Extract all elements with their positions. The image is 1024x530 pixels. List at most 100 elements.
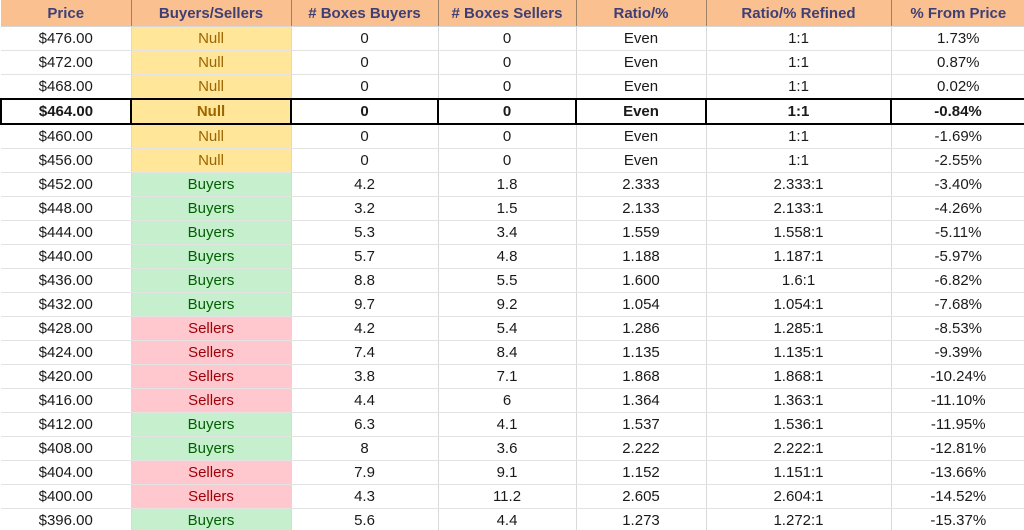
- cell-ratio[interactable]: 1.286: [576, 316, 707, 341]
- cell-boxes-buyers[interactable]: 4.4: [291, 388, 439, 413]
- cell-boxes-sellers[interactable]: 9.2: [438, 292, 577, 317]
- table-row[interactable]: $464.00 Null 0 0 Even 1:1 -0.84%: [0, 98, 1024, 125]
- cell-from-price[interactable]: -10.24%: [891, 364, 1024, 389]
- cell-boxes-buyers[interactable]: 3.8: [291, 364, 439, 389]
- cell-ratio-refined[interactable]: 2.333:1: [706, 172, 892, 197]
- cell-ratio[interactable]: Even: [576, 26, 707, 51]
- cell-buyers-sellers[interactable]: Null: [131, 74, 292, 99]
- table-row[interactable]: $472.00 Null 0 0 Even 1:1 0.87%: [1, 50, 1024, 75]
- cell-boxes-sellers[interactable]: 6: [438, 388, 577, 413]
- cell-boxes-buyers[interactable]: 7.9: [291, 460, 439, 485]
- cell-ratio[interactable]: 1.054: [576, 292, 707, 317]
- cell-price[interactable]: $452.00: [1, 172, 132, 197]
- cell-boxes-buyers[interactable]: 8.8: [291, 268, 439, 293]
- cell-buyers-sellers[interactable]: Sellers: [131, 484, 292, 509]
- cell-buyers-sellers[interactable]: Sellers: [131, 340, 292, 365]
- cell-boxes-buyers[interactable]: 0: [291, 98, 439, 125]
- cell-boxes-buyers[interactable]: 7.4: [291, 340, 439, 365]
- table-row[interactable]: $476.00 Null 0 0 Even 1:1 1.73%: [1, 26, 1024, 51]
- cell-price[interactable]: $464.00: [0, 98, 132, 125]
- cell-price[interactable]: $444.00: [1, 220, 132, 245]
- table-row[interactable]: $456.00 Null 0 0 Even 1:1 -2.55%: [1, 148, 1024, 173]
- cell-ratio-refined[interactable]: 1.363:1: [706, 388, 892, 413]
- cell-ratio[interactable]: 1.364: [576, 388, 707, 413]
- cell-boxes-sellers[interactable]: 1.5: [438, 196, 577, 221]
- cell-ratio-refined[interactable]: 1:1: [706, 98, 892, 125]
- table-row[interactable]: $468.00 Null 0 0 Even 1:1 0.02%: [1, 74, 1024, 99]
- table-row[interactable]: $460.00 Null 0 0 Even 1:1 -1.69%: [1, 124, 1024, 149]
- table-row[interactable]: $416.00 Sellers 4.4 6 1.364 1.363:1 -11.10%: [1, 388, 1024, 413]
- cell-from-price[interactable]: -1.69%: [891, 124, 1024, 149]
- cell-buyers-sellers[interactable]: Null: [131, 50, 292, 75]
- cell-price[interactable]: $448.00: [1, 196, 132, 221]
- cell-ratio[interactable]: 1.868: [576, 364, 707, 389]
- cell-ratio-refined[interactable]: 1:1: [706, 124, 892, 149]
- cell-buyers-sellers[interactable]: Sellers: [131, 316, 292, 341]
- cell-buyers-sellers[interactable]: Null: [131, 98, 292, 125]
- cell-boxes-sellers[interactable]: 8.4: [438, 340, 577, 365]
- cell-boxes-sellers[interactable]: 5.4: [438, 316, 577, 341]
- cell-boxes-sellers[interactable]: 4.8: [438, 244, 577, 269]
- table-row[interactable]: $436.00 Buyers 8.8 5.5 1.600 1.6:1 -6.82%: [1, 268, 1024, 293]
- column-header-boxes-sellers[interactable]: # Boxes Sellers: [438, 0, 577, 27]
- cell-ratio-refined[interactable]: 2.604:1: [706, 484, 892, 509]
- column-header-price[interactable]: Price: [1, 0, 132, 27]
- cell-ratio[interactable]: 2.333: [576, 172, 707, 197]
- cell-boxes-buyers[interactable]: 3.2: [291, 196, 439, 221]
- cell-price[interactable]: $460.00: [1, 124, 132, 149]
- table-row[interactable]: $420.00 Sellers 3.8 7.1 1.868 1.868:1 -10.24%: [1, 364, 1024, 389]
- cell-boxes-sellers[interactable]: 0: [438, 74, 577, 99]
- cell-boxes-sellers[interactable]: 5.5: [438, 268, 577, 293]
- cell-boxes-sellers[interactable]: 0: [438, 98, 577, 125]
- cell-ratio[interactable]: 1.537: [576, 412, 707, 437]
- cell-price[interactable]: $408.00: [1, 436, 132, 461]
- cell-ratio-refined[interactable]: 1.272:1: [706, 508, 892, 530]
- cell-boxes-buyers[interactable]: 8: [291, 436, 439, 461]
- cell-boxes-buyers[interactable]: 9.7: [291, 292, 439, 317]
- cell-ratio[interactable]: 1.273: [576, 508, 707, 530]
- cell-ratio[interactable]: Even: [576, 124, 707, 149]
- cell-ratio-refined[interactable]: 1.6:1: [706, 268, 892, 293]
- cell-boxes-buyers[interactable]: 4.2: [291, 316, 439, 341]
- cell-price[interactable]: $456.00: [1, 148, 132, 173]
- cell-buyers-sellers[interactable]: Buyers: [131, 268, 292, 293]
- cell-buyers-sellers[interactable]: Sellers: [131, 364, 292, 389]
- cell-from-price[interactable]: -14.52%: [891, 484, 1024, 509]
- cell-ratio-refined[interactable]: 1:1: [706, 50, 892, 75]
- cell-boxes-buyers[interactable]: 0: [291, 124, 439, 149]
- table-row[interactable]: $452.00 Buyers 4.2 1.8 2.333 2.333:1 -3.40%: [1, 172, 1024, 197]
- cell-from-price[interactable]: -8.53%: [891, 316, 1024, 341]
- cell-boxes-buyers[interactable]: 4.3: [291, 484, 439, 509]
- cell-price[interactable]: $420.00: [1, 364, 132, 389]
- cell-boxes-sellers[interactable]: 9.1: [438, 460, 577, 485]
- cell-ratio-refined[interactable]: 2.222:1: [706, 436, 892, 461]
- cell-ratio[interactable]: Even: [576, 148, 707, 173]
- cell-ratio[interactable]: 2.222: [576, 436, 707, 461]
- cell-boxes-buyers[interactable]: 5.3: [291, 220, 439, 245]
- cell-boxes-sellers[interactable]: 7.1: [438, 364, 577, 389]
- table-row[interactable]: $432.00 Buyers 9.7 9.2 1.054 1.054:1 -7.68%: [1, 292, 1024, 317]
- cell-buyers-sellers[interactable]: Buyers: [131, 172, 292, 197]
- cell-price[interactable]: $472.00: [1, 50, 132, 75]
- cell-ratio-refined[interactable]: 1.558:1: [706, 220, 892, 245]
- cell-price[interactable]: $440.00: [1, 244, 132, 269]
- cell-ratio[interactable]: Even: [576, 50, 707, 75]
- cell-price[interactable]: $468.00: [1, 74, 132, 99]
- cell-boxes-buyers[interactable]: 4.2: [291, 172, 439, 197]
- cell-buyers-sellers[interactable]: Sellers: [131, 460, 292, 485]
- cell-price[interactable]: $476.00: [1, 26, 132, 51]
- cell-from-price[interactable]: 0.87%: [891, 50, 1024, 75]
- cell-ratio[interactable]: Even: [576, 98, 707, 125]
- cell-boxes-sellers[interactable]: 4.1: [438, 412, 577, 437]
- table-row[interactable]: $404.00 Sellers 7.9 9.1 1.152 1.151:1 -13.66%: [1, 460, 1024, 485]
- cell-price[interactable]: $424.00: [1, 340, 132, 365]
- cell-buyers-sellers[interactable]: Sellers: [131, 388, 292, 413]
- cell-ratio-refined[interactable]: 1:1: [706, 74, 892, 99]
- table-row[interactable]: $408.00 Buyers 8 3.6 2.222 2.222:1 -12.81%: [1, 436, 1024, 461]
- cell-buyers-sellers[interactable]: Buyers: [131, 244, 292, 269]
- column-header-buyers-sellers[interactable]: Buyers/Sellers: [131, 0, 292, 27]
- cell-from-price[interactable]: -0.84%: [891, 98, 1024, 125]
- cell-ratio[interactable]: 2.133: [576, 196, 707, 221]
- column-header-from-price[interactable]: % From Price: [891, 0, 1024, 27]
- table-row[interactable]: $440.00 Buyers 5.7 4.8 1.188 1.187:1 -5.97%: [1, 244, 1024, 269]
